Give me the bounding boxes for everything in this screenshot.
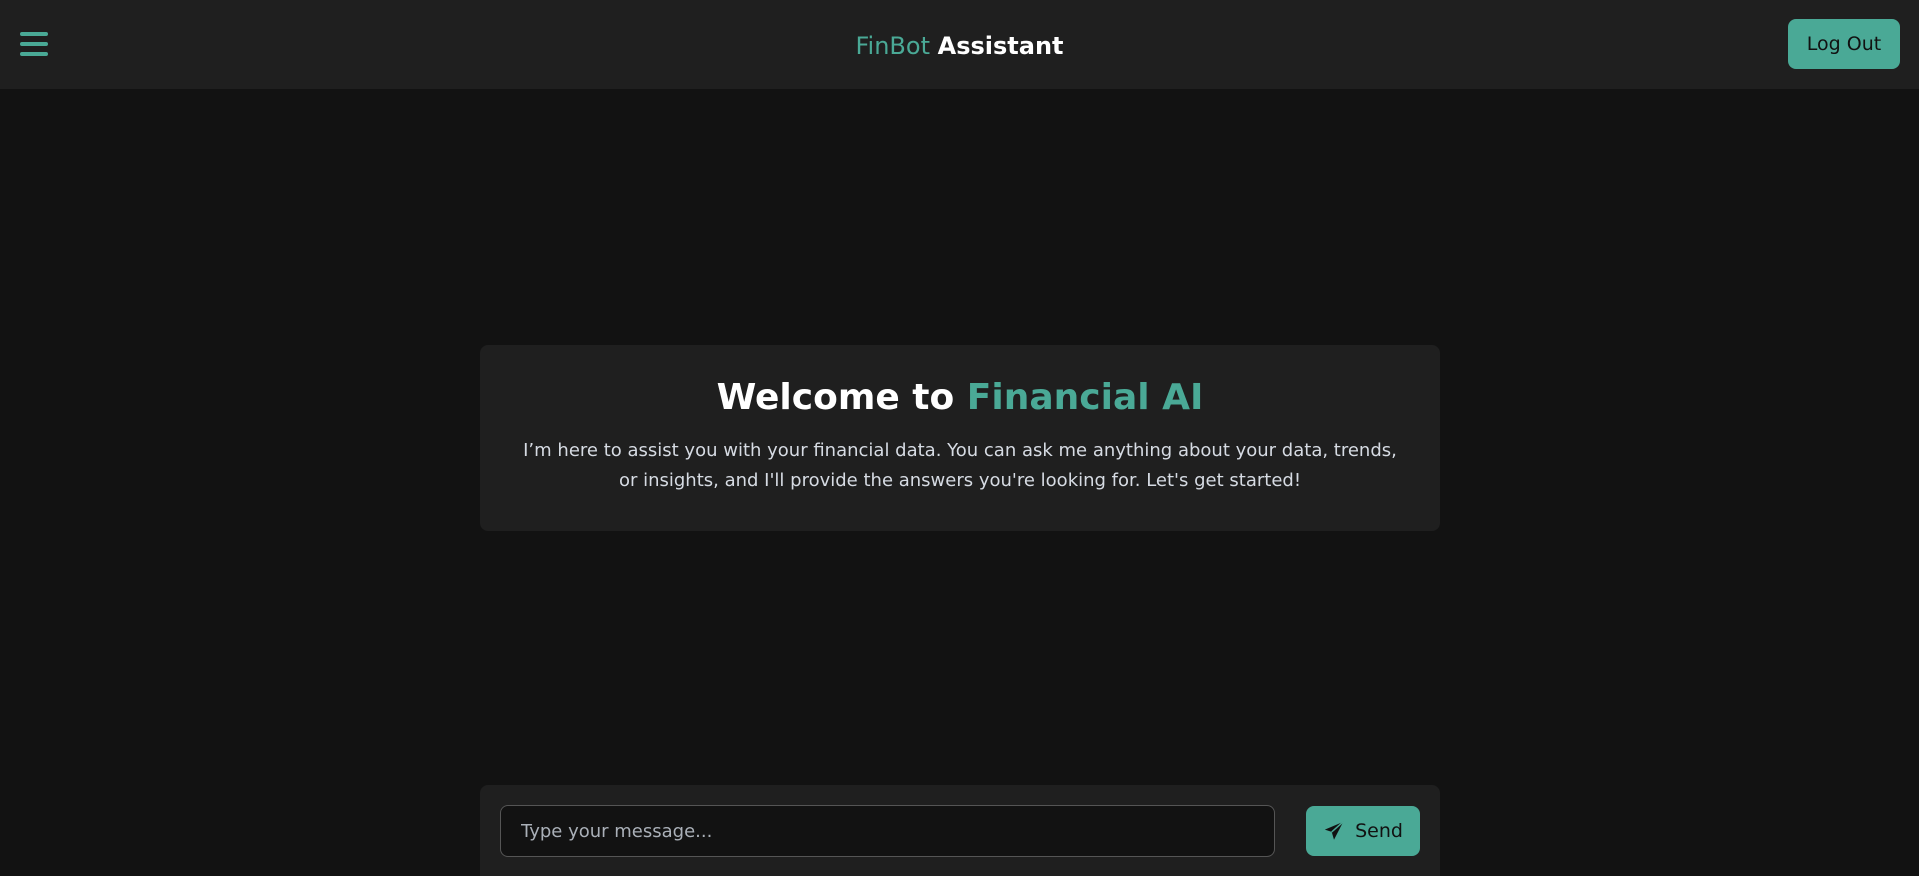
message-input[interactable] <box>500 805 1275 857</box>
menu-button[interactable] <box>20 30 50 58</box>
welcome-title: Welcome to Financial AI <box>480 345 1440 419</box>
welcome-title-accent: Financial AI <box>966 377 1204 418</box>
logout-button[interactable]: Log Out <box>1788 19 1900 69</box>
message-composer: Send <box>480 785 1440 876</box>
top-navbar: FinBot Assistant Log Out <box>0 0 1919 89</box>
send-button-label: Send <box>1355 820 1403 842</box>
send-button[interactable]: Send <box>1306 806 1420 856</box>
app-title-rest: Assistant <box>937 32 1064 60</box>
paper-plane-icon <box>1324 821 1344 840</box>
welcome-message: I’m here to assist you with your financi… <box>523 440 1397 491</box>
welcome-card: Welcome to Financial AI I’m here to assi… <box>480 345 1440 531</box>
welcome-title-prefix: Welcome to <box>716 377 955 418</box>
app-title-accent: FinBot <box>855 32 930 60</box>
app-title: FinBot Assistant <box>0 0 1919 89</box>
hamburger-menu-icon <box>20 32 48 56</box>
